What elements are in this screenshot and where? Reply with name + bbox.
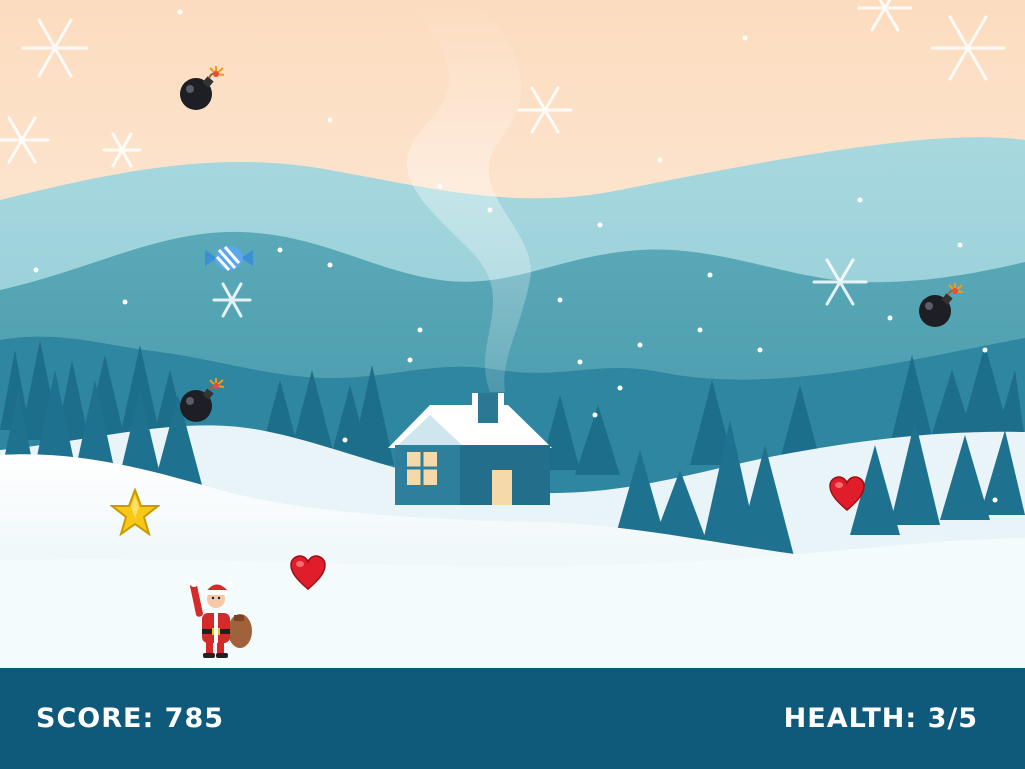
health-display: HEALTH: 3/5 <box>784 703 978 734</box>
health-label: HEALTH: <box>783 703 918 734</box>
hud-bar: SCORE: 785 HEALTH: 3/5 <box>0 668 1025 769</box>
bomb-icon <box>919 283 964 327</box>
star-icon <box>110 488 160 537</box>
heart-icon <box>829 476 865 511</box>
game-scene <box>0 0 1025 668</box>
score-value: 785 <box>164 703 225 734</box>
score-display: SCORE: 785 <box>36 703 224 734</box>
heart-icon <box>290 555 326 590</box>
santa-player[interactable] <box>190 575 256 660</box>
bomb-icon <box>180 378 225 422</box>
candy-icon <box>205 246 253 272</box>
score-label: SCORE: <box>36 703 155 734</box>
health-value: 3/5 <box>927 703 978 734</box>
bomb-icon <box>180 66 225 110</box>
